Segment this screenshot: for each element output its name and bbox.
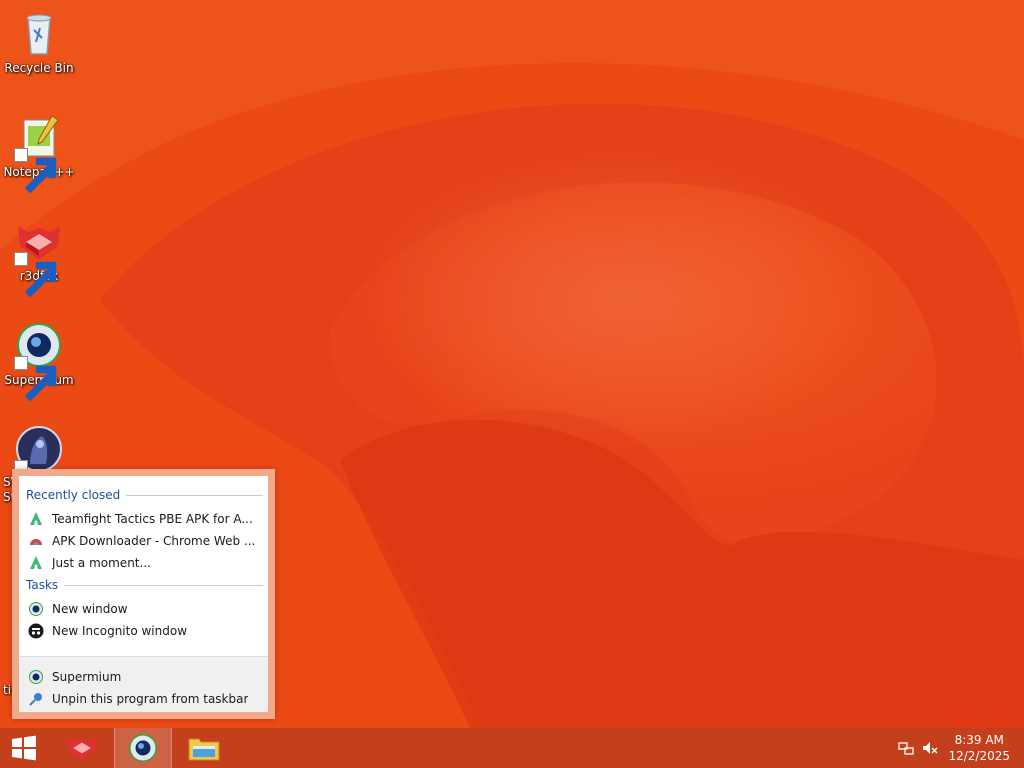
jump-list-item-recent[interactable]: Just a moment... <box>25 552 263 574</box>
jump-list-item-label: APK Downloader - Chrome Web ... <box>52 534 256 548</box>
jump-list-item-label: Just a moment... <box>52 556 151 570</box>
desktop-partial-label: ti <box>3 683 12 697</box>
supermium-icon <box>14 320 64 402</box>
jump-list-item-label: Supermium <box>52 670 122 684</box>
recently-closed-header-label: Recently closed <box>26 488 121 502</box>
jump-list-item-recent[interactable]: Teamfight Tactics PBE APK for A... <box>25 508 263 530</box>
jump-list-item-label: Teamfight Tactics PBE APK for A... <box>52 512 253 526</box>
tasks-header-label: Tasks <box>26 578 59 592</box>
header-divider <box>64 584 263 586</box>
jump-list-panel: Recently closed Teamfight Tactics PBE AP… <box>19 476 268 712</box>
taskbar: 8:39 AM 12/2/2025 <box>0 728 1024 768</box>
supermium-icon <box>129 734 157 762</box>
game-shortcut-icon <box>14 424 64 506</box>
taskbar-file-explorer[interactable] <box>178 728 230 768</box>
r3dfox-icon <box>67 737 97 761</box>
header-divider <box>126 494 263 496</box>
desktop-icon-r3dfox[interactable]: r3dfox <box>2 212 76 302</box>
clock-date: 12/2/2025 <box>948 749 1010 763</box>
supermium-icon <box>28 601 44 617</box>
jump-list-unpin[interactable]: Unpin this program from taskbar <box>25 688 263 710</box>
supermium-icon <box>28 669 44 685</box>
taskbar-supermium[interactable] <box>114 728 172 768</box>
taskbar-clock[interactable]: 8:39 AM 12/2/2025 <box>948 732 1010 764</box>
incognito-icon <box>28 623 44 639</box>
recycle-bin-icon <box>14 8 64 58</box>
jump-list-task-new-window[interactable]: New window <box>25 598 263 620</box>
start-button[interactable] <box>0 728 48 768</box>
taskbar-jump-list: Recently closed Teamfight Tactics PBE AP… <box>12 469 275 719</box>
jump-list-open-app[interactable]: Supermium <box>25 666 263 688</box>
notepadpp-icon <box>14 112 64 194</box>
r3dfox-icon <box>14 216 64 298</box>
desktop-icon-supermium[interactable]: Supermium <box>2 316 76 406</box>
desktop-icon-label: Recycle Bin <box>4 61 74 75</box>
unpin-icon <box>28 691 44 707</box>
apk-downloader-icon <box>28 533 44 549</box>
desktop-icon-notepadpp[interactable]: Notepad++ <box>2 108 76 198</box>
jump-list-footer: Supermium Unpin this program from taskba… <box>19 656 268 712</box>
tasks-header: Tasks <box>26 578 263 592</box>
taskbar-r3dfox[interactable] <box>56 728 108 768</box>
jump-list-item-recent[interactable]: APK Downloader - Chrome Web ... <box>25 530 263 552</box>
jump-list-item-label: Unpin this program from taskbar <box>52 692 249 706</box>
windows-logo-icon <box>12 735 36 761</box>
desktop-icon-recycle-bin[interactable]: Recycle Bin <box>2 4 76 94</box>
apk-logo-icon <box>28 511 44 527</box>
network-icon[interactable] <box>898 740 914 756</box>
apk-logo-icon <box>28 555 44 571</box>
shortcut-arrow-icon <box>14 148 57 194</box>
jump-list-item-label: New Incognito window <box>52 624 188 638</box>
shortcut-arrow-icon <box>14 356 57 402</box>
recently-closed-header: Recently closed <box>26 488 263 502</box>
file-explorer-icon <box>188 738 220 761</box>
jump-list-item-label: New window <box>52 602 128 616</box>
shortcut-arrow-icon <box>14 252 57 298</box>
jump-list-task-new-incognito[interactable]: New Incognito window <box>25 620 263 642</box>
volume-muted-icon[interactable] <box>922 740 938 756</box>
clock-time: 8:39 AM <box>954 733 1004 747</box>
